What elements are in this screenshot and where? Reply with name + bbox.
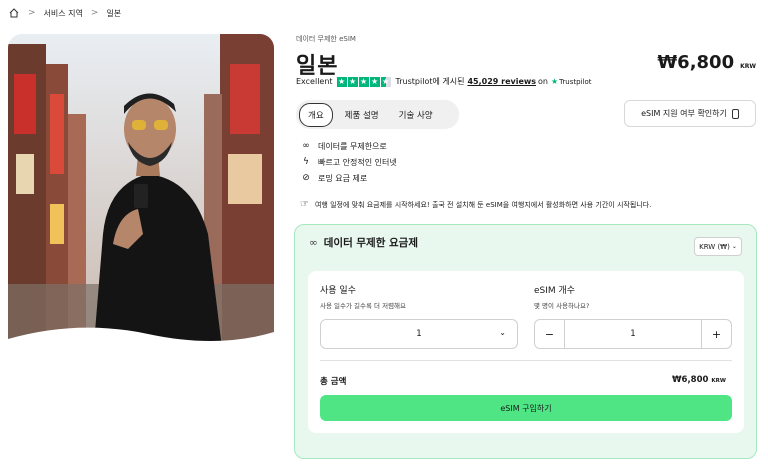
feature-text: 로밍 요금 제로 bbox=[318, 173, 368, 183]
buy-esim-label: eSIM 구입하기 bbox=[500, 403, 552, 413]
reviews-link[interactable]: 45,029 reviews bbox=[467, 77, 536, 86]
posted-on-text: Trustpilot에 게시된 bbox=[395, 77, 465, 86]
total-price: ₩6,800 KRW bbox=[672, 375, 726, 385]
days-title: 사용 일수 bbox=[320, 286, 356, 296]
phone-icon bbox=[731, 108, 739, 119]
feature-item: ⊘ 로밍 요금 제로 bbox=[300, 170, 397, 186]
breadcrumb-item-regions[interactable]: 서비스 지역 bbox=[44, 8, 83, 19]
star-icon: ★ bbox=[358, 76, 369, 87]
star-half-icon: ★ bbox=[380, 76, 391, 87]
decrement-button[interactable]: − bbox=[535, 320, 565, 348]
product-tagline: 데이터 무제한 eSIM bbox=[296, 35, 356, 43]
breadcrumb-item-japan[interactable]: 일본 bbox=[106, 8, 121, 19]
price-currency: KRW bbox=[740, 63, 756, 70]
feature-text: 빠르고 안정적인 인터넷 bbox=[318, 157, 397, 167]
home-icon[interactable] bbox=[8, 7, 20, 19]
days-select[interactable]: 1 ⌄ bbox=[320, 319, 518, 349]
check-compatibility-label: eSIM 지원 여부 확인하기 bbox=[641, 109, 727, 118]
feature-list: ∞ 데이터를 무제한으로 ϟ 빠르고 안정적인 인터넷 ⊘ 로밍 요금 제로 bbox=[300, 138, 397, 186]
chevron-down-icon: ⌄ bbox=[499, 328, 506, 337]
breadcrumb-separator: > bbox=[28, 8, 36, 18]
hand-icon: ☞ bbox=[300, 199, 309, 210]
days-subtitle: 사용 일수가 길수록 더 저렴해요 bbox=[320, 302, 407, 310]
on-text: on bbox=[538, 77, 548, 86]
tab-description[interactable]: 제품 설명 bbox=[337, 104, 387, 126]
feature-text: 데이터를 무제한으로 bbox=[318, 141, 387, 151]
increment-button[interactable]: + bbox=[701, 320, 731, 348]
infinity-icon: ∞ bbox=[302, 141, 310, 151]
tab-specs[interactable]: 기술 사양 bbox=[391, 104, 441, 126]
infinity-icon: ∞ bbox=[309, 236, 318, 249]
divider bbox=[320, 360, 732, 361]
activation-notice: ☞ 여행 일정에 맞춰 요금제를 시작하세요! 출국 전 설치해 둔 eSIM을… bbox=[300, 199, 651, 210]
feature-item: ∞ 데이터를 무제한으로 bbox=[300, 138, 397, 154]
trustpilot-rating: Excellent ★ ★ ★ ★ ★ Trustpilot에 게시된 45,0… bbox=[296, 76, 592, 87]
hero-image bbox=[8, 34, 274, 356]
no-roaming-icon: ⊘ bbox=[302, 173, 310, 183]
plan-panel: ∞ 데이터 무제한 요금제 KRW (₩) ⌄ 사용 일수 사용 일수가 길수록… bbox=[294, 224, 757, 459]
product-tabs: 개요 제품 설명 기술 사양 bbox=[296, 100, 459, 129]
trustpilot-brand: Trustpilot bbox=[559, 77, 592, 86]
product-price: ₩6,800 KRW bbox=[657, 52, 756, 73]
breadcrumb-separator: > bbox=[90, 8, 99, 18]
currency-select-value: KRW (₩) bbox=[699, 242, 730, 251]
total-price-currency: KRW bbox=[711, 378, 726, 384]
star-icon: ★ bbox=[347, 76, 358, 87]
currency-select[interactable]: KRW (₩) ⌄ bbox=[694, 237, 742, 256]
trustpilot-star-icon: ★ bbox=[551, 77, 559, 86]
tab-overview[interactable]: 개요 bbox=[299, 102, 333, 127]
total-label: 총 금액 bbox=[320, 377, 347, 387]
feature-item: ϟ 빠르고 안정적인 인터넷 bbox=[300, 154, 397, 170]
plan-card: 사용 일수 사용 일수가 길수록 더 저렴해요 1 ⌄ eSIM 개수 몇 명이… bbox=[308, 271, 744, 433]
price-value: ₩6,800 bbox=[657, 52, 735, 73]
days-select-value: 1 bbox=[416, 329, 422, 339]
breadcrumb: > 서비스 지역 > 일본 bbox=[8, 6, 121, 20]
product-info: 데이터 무제한 eSIM 일본 ₩6,800 KRW Excellent ★ ★ … bbox=[296, 34, 760, 210]
esim-count-value[interactable]: 1 bbox=[565, 329, 701, 339]
star-icon: ★ bbox=[336, 76, 347, 87]
chevron-down-icon: ⌄ bbox=[731, 243, 737, 250]
plan-title: 데이터 무제한 요금제 bbox=[323, 237, 419, 249]
buy-esim-button[interactable]: eSIM 구입하기 bbox=[320, 395, 732, 421]
rating-stars: ★ ★ ★ ★ ★ bbox=[336, 76, 392, 87]
notice-text: 여행 일정에 맞춰 요금제를 시작하세요! 출국 전 설치해 둔 eSIM을 여… bbox=[314, 200, 652, 209]
plan-header: ∞ 데이터 무제한 요금제 bbox=[309, 235, 418, 250]
esim-count-stepper: − 1 + bbox=[534, 319, 732, 349]
star-icon: ★ bbox=[369, 76, 380, 87]
lightning-icon: ϟ bbox=[303, 157, 309, 167]
rating-word: Excellent bbox=[296, 77, 333, 86]
total-price-value: ₩6,800 bbox=[672, 375, 709, 385]
check-compatibility-button[interactable]: eSIM 지원 여부 확인하기 bbox=[624, 100, 756, 127]
esim-count-title: eSIM 개수 bbox=[534, 286, 576, 296]
esim-count-subtitle: 몇 명이 사용하나요? bbox=[534, 302, 590, 310]
